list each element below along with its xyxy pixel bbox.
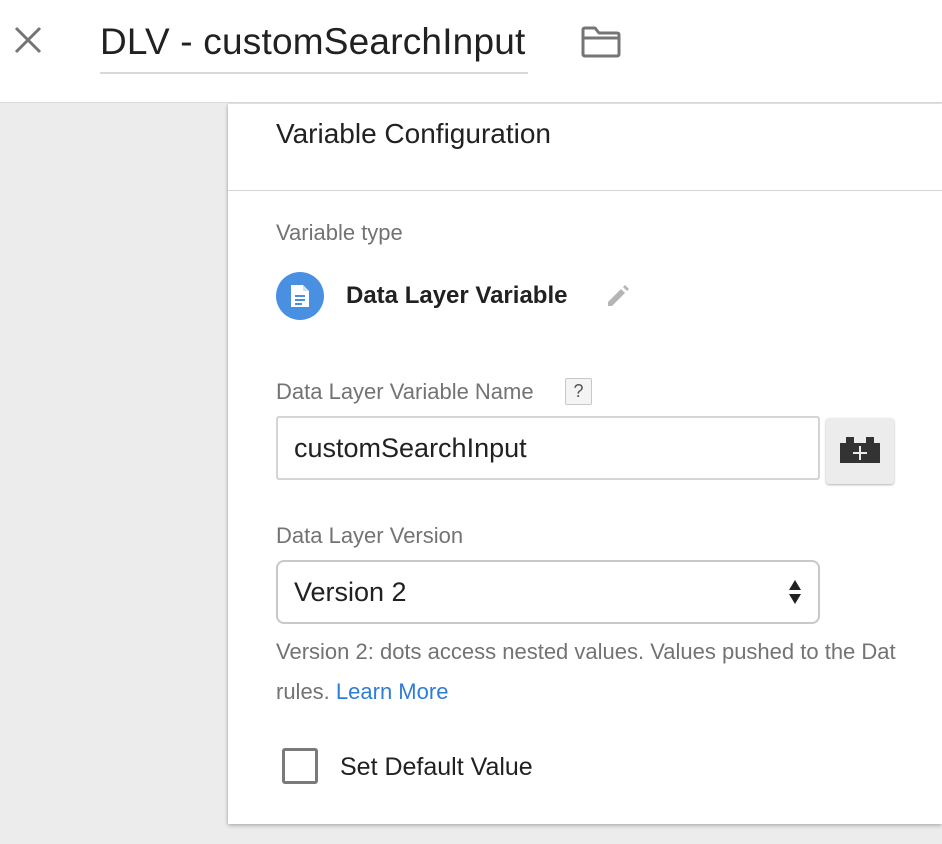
dlv-name-input[interactable] xyxy=(276,416,820,480)
editor-header: DLV - customSearchInput xyxy=(0,0,942,103)
learn-more-link[interactable]: Learn More xyxy=(336,679,449,704)
close-button[interactable] xyxy=(10,22,46,58)
variable-configuration-panel: Variable Configuration Variable type Dat… xyxy=(228,104,942,824)
variable-type-name: Data Layer Variable xyxy=(346,282,568,309)
dlv-name-label: Data Layer Variable Name xyxy=(276,379,534,404)
dl-version-selected: Version 2 xyxy=(294,576,407,607)
dl-version-help-line-2: rules. Learn More xyxy=(276,672,942,712)
select-arrows-icon xyxy=(788,579,802,605)
variable-type-badge xyxy=(276,272,324,320)
dl-version-help-line-1: Version 2: dots access nested values. Va… xyxy=(276,639,896,664)
pencil-icon xyxy=(608,285,629,306)
variable-brick-add-icon xyxy=(840,437,880,463)
folder-button[interactable] xyxy=(578,22,624,62)
dlv-name-help-button[interactable]: ? xyxy=(565,378,592,405)
document-icon xyxy=(291,285,309,307)
panel-header: Variable Configuration xyxy=(228,104,942,191)
variable-name-title[interactable]: DLV - customSearchInput xyxy=(100,18,528,74)
set-default-value-checkbox[interactable] xyxy=(282,748,318,784)
folder-icon xyxy=(581,26,621,58)
close-icon xyxy=(14,26,42,54)
dl-version-select[interactable]: Version 2 xyxy=(276,560,820,624)
insert-variable-button[interactable] xyxy=(826,418,894,484)
help-line-2-prefix: rules. xyxy=(276,679,336,704)
panel-title: Variable Configuration xyxy=(276,118,551,149)
edit-variable-type-button[interactable] xyxy=(602,280,634,312)
dl-version-label: Data Layer Version xyxy=(276,523,464,548)
variable-type-label: Variable type xyxy=(276,220,403,245)
dl-version-help: Version 2: dots access nested values. Va… xyxy=(276,632,942,712)
set-default-value-label[interactable]: Set Default Value xyxy=(340,752,533,782)
